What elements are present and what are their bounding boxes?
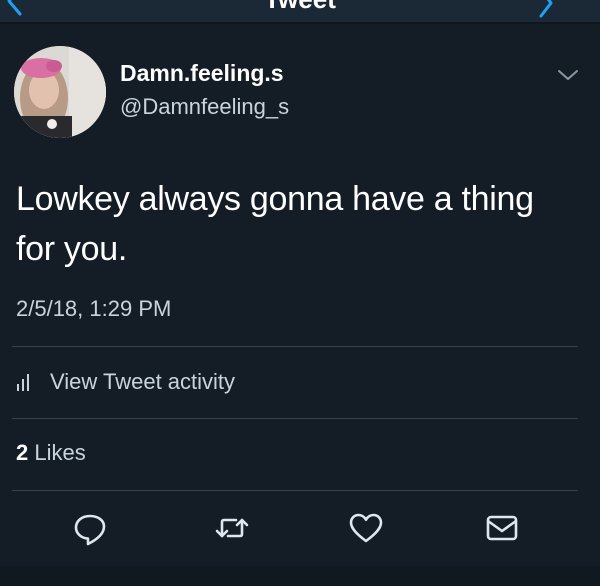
heart-icon[interactable] xyxy=(346,508,386,548)
divider xyxy=(12,418,578,419)
envelope-icon[interactable] xyxy=(482,508,522,548)
profile-photo xyxy=(14,46,106,138)
tweet-detail-screen: Tweet Damn.feeling.s @Damnfeeling_s Lowk… xyxy=(0,0,600,586)
nav-bar: Tweet xyxy=(0,0,600,22)
divider xyxy=(12,490,578,491)
reply-icon[interactable] xyxy=(70,508,110,548)
nav-bar-border xyxy=(0,22,600,24)
retweet-icon[interactable] xyxy=(212,508,252,548)
tweet-timestamp: 2/5/18, 1:29 PM xyxy=(16,296,172,321)
likes-count[interactable]: 2 Likes xyxy=(16,440,86,466)
bottom-edge xyxy=(0,566,600,586)
avatar[interactable] xyxy=(14,46,106,138)
bar-chart-icon xyxy=(17,374,29,391)
tweet-text: Lowkey always gonna have a thing for you… xyxy=(16,180,534,268)
activity-label: View Tweet activity xyxy=(50,369,236,394)
nav-title: Tweet xyxy=(0,0,600,15)
likes-number: 2 xyxy=(16,440,29,465)
chevron-down-icon[interactable] xyxy=(556,66,580,84)
user-handle[interactable]: @Damnfeeling_s xyxy=(120,94,289,120)
view-tweet-activity-link[interactable]: View Tweet activity xyxy=(16,366,235,398)
chevron-right-icon[interactable] xyxy=(536,0,556,18)
likes-label: Likes xyxy=(34,440,86,465)
display-name[interactable]: Damn.feeling.s xyxy=(120,60,284,87)
divider xyxy=(12,346,578,347)
